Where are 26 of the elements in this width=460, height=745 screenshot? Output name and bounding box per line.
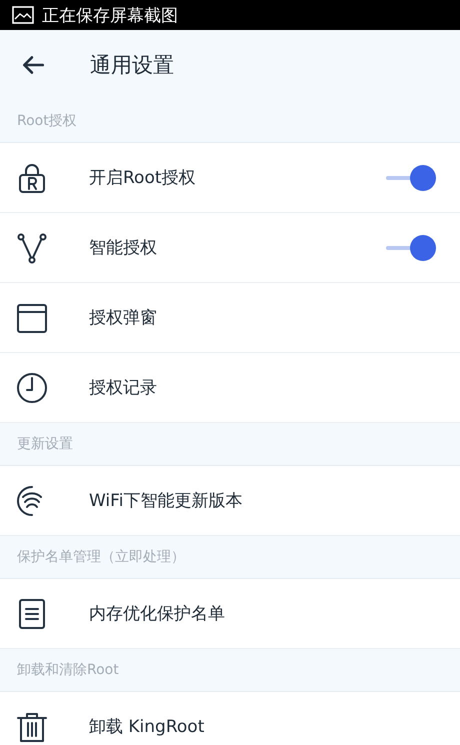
status-text: 正在保存屏幕截图 [42, 4, 178, 26]
section-title: 保护名单管理（立即处理） [17, 548, 185, 566]
page-title: 通用设置 [90, 52, 174, 79]
row-label: 内存优化保护名单 [89, 603, 225, 625]
picture-icon [12, 6, 34, 24]
toggle-switch[interactable] [384, 165, 436, 191]
row-label: 卸载 KingRoot [89, 716, 204, 738]
settings-row[interactable]: 卸载 KingRoot [0, 692, 460, 745]
section-title: 更新设置 [17, 435, 73, 453]
padlock-icon [16, 162, 48, 194]
settings-row[interactable]: 授权弹窗 [0, 283, 460, 353]
section-title: Root授权 [17, 112, 77, 130]
section-title: 卸载和清除Root [17, 661, 119, 679]
settings-row[interactable]: 开启Root授权 [0, 143, 460, 213]
window-icon [16, 302, 48, 334]
trash-icon [16, 710, 48, 742]
row-label: 授权弹窗 [89, 307, 157, 329]
settings-row[interactable]: 智能授权 [0, 213, 460, 283]
row-label: 授权记录 [89, 377, 157, 399]
row-label: 开启Root授权 [89, 167, 196, 189]
toggle-switch[interactable] [384, 235, 436, 261]
branch-icon [16, 232, 48, 264]
document-icon [16, 598, 48, 630]
row-label: WiFi下智能更新版本 [89, 490, 242, 512]
clock-icon [16, 372, 48, 404]
row-label: 智能授权 [89, 237, 157, 259]
